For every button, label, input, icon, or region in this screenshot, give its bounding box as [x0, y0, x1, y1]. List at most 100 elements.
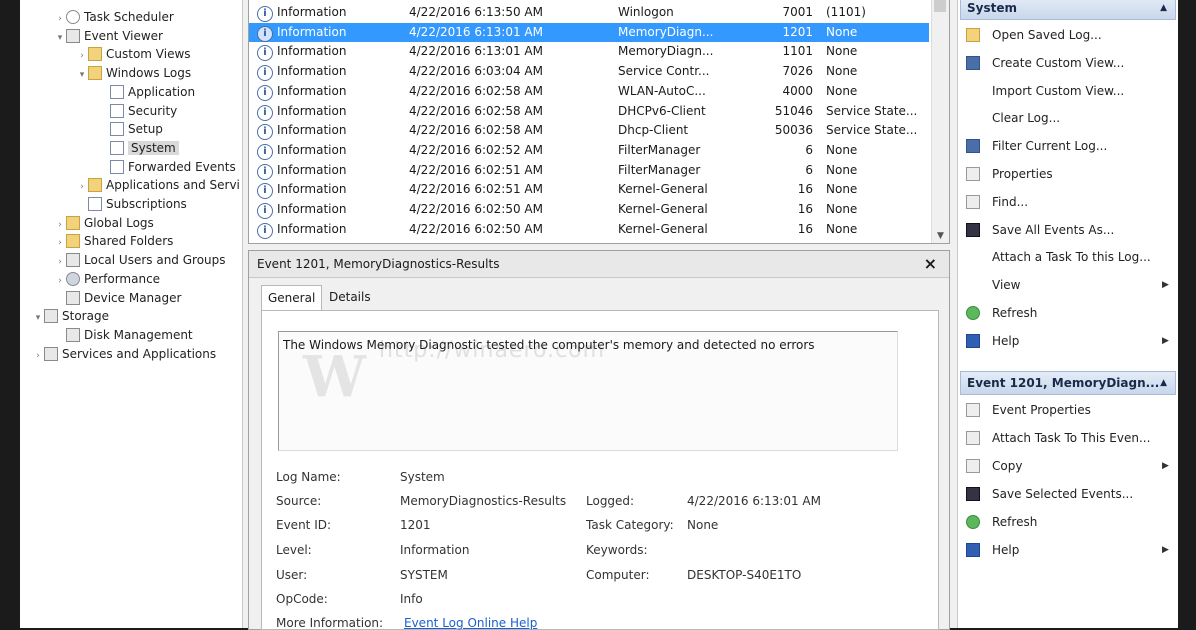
- table-row[interactable]: i Information 4/22/2016 6:02:51 AM Kernel-G…: [249, 180, 929, 200]
- collapsed-arrow-icon[interactable]: ›: [76, 47, 88, 65]
- collapsed-arrow-icon[interactable]: ›: [54, 216, 66, 234]
- tree-item[interactable]: › Services and Applications: [32, 345, 216, 363]
- action-item[interactable]: Clear Log...: [966, 107, 1060, 129]
- action-item[interactable]: Attach a Task To this Log...: [966, 246, 1151, 268]
- tree-item[interactable]: Subscriptions: [76, 195, 187, 213]
- collapsed-arrow-icon[interactable]: ›: [54, 253, 66, 271]
- action-item[interactable]: Save All Events As...: [966, 219, 1114, 241]
- collapsed-arrow-icon[interactable]: ›: [54, 234, 66, 252]
- log-icon: [110, 84, 124, 99]
- event-source-cell: Dhcp-Client: [618, 123, 689, 138]
- tree-item[interactable]: › Applications and Servi: [76, 176, 240, 194]
- table-row[interactable]: i Information 4/22/2016 6:02:50 AM Kernel-G…: [249, 200, 929, 220]
- tab-general[interactable]: General: [261, 285, 323, 310]
- actions-event-title: Event 1201, MemoryDiagn...: [967, 376, 1160, 390]
- action-item[interactable]: Help ▶: [966, 539, 1169, 561]
- table-row[interactable]: i Information 4/22/2016 6:02:50 AM Kernel-G…: [249, 220, 929, 240]
- tree-item[interactable]: › Performance: [54, 270, 160, 288]
- event-description-box[interactable]: W http://winaero.com The Windows Memory …: [278, 331, 898, 451]
- tree-item[interactable]: Forwarded Events: [98, 158, 236, 176]
- action-item-label: Save Selected Events...: [992, 487, 1134, 501]
- action-item[interactable]: Help ▶: [966, 330, 1169, 352]
- tree-item-label: Subscriptions: [106, 197, 187, 211]
- table-row[interactable]: i Information 4/22/2016 6:02:51 AM FilterMa…: [249, 161, 929, 181]
- table-row[interactable]: i Information 4/22/2016 6:02:58 AM Dhcp-Cli…: [249, 121, 929, 141]
- tree-item[interactable]: ▾ Windows Logs: [76, 64, 191, 82]
- properties-icon: [966, 167, 980, 181]
- actions-event-header[interactable]: Event 1201, MemoryDiagn... ▲: [960, 371, 1176, 395]
- tree-item-label: Local Users and Groups: [84, 253, 226, 268]
- collapsed-arrow-icon[interactable]: ›: [54, 10, 66, 28]
- tree-item[interactable]: › Custom Views: [76, 45, 191, 63]
- table-row[interactable]: i Information 4/22/2016 6:02:58 AM WLAN-Aut…: [249, 82, 929, 102]
- tree-item[interactable]: ▾ Event Viewer: [54, 27, 163, 45]
- action-item-label: Attach a Task To this Log...: [992, 250, 1151, 265]
- collapsed-arrow-icon[interactable]: ›: [76, 178, 88, 196]
- table-row[interactable]: i Information 4/22/2016 6:13:50 AM Winlogon…: [249, 3, 929, 23]
- expanded-arrow-icon[interactable]: ▾: [32, 309, 44, 327]
- action-item[interactable]: Refresh: [966, 302, 1037, 324]
- event-category-cell: None: [826, 83, 858, 98]
- action-item[interactable]: Copy ▶: [966, 455, 1169, 477]
- expanded-arrow-icon[interactable]: ▾: [54, 29, 66, 47]
- event-source-cell: DHCPv6-Client: [618, 103, 706, 118]
- tree-item[interactable]: › Local Users and Groups: [54, 251, 226, 269]
- collapsed-arrow-icon[interactable]: ›: [32, 347, 44, 365]
- action-item[interactable]: View ▶: [966, 274, 1169, 296]
- table-row[interactable]: i Information 4/22/2016 6:03:04 AM Service …: [249, 62, 929, 82]
- action-item[interactable]: Properties: [966, 163, 1053, 185]
- tree-item-label: Applications and Servi: [106, 178, 240, 193]
- tree-item[interactable]: System: [98, 139, 179, 157]
- expanded-arrow-icon[interactable]: ▾: [76, 66, 88, 84]
- tree-item-label: Device Manager: [84, 290, 182, 305]
- close-icon[interactable]: ×: [924, 251, 937, 277]
- tree-item-label: Application: [128, 84, 196, 99]
- tree-item[interactable]: ▾ Storage: [32, 307, 109, 325]
- tree-item[interactable]: Setup: [98, 120, 163, 138]
- refresh-icon: [966, 515, 980, 529]
- open-folder-icon: [966, 28, 980, 42]
- tree-item[interactable]: Disk Management: [54, 326, 193, 344]
- scroll-down-icon[interactable]: ▼: [932, 231, 949, 241]
- save-icon: [966, 222, 980, 237]
- tree-item[interactable]: Device Manager: [54, 289, 181, 307]
- table-row[interactable]: i Information 4/22/2016 6:13:01 AM MemoryDi…: [249, 42, 929, 62]
- folder-icon: [88, 66, 102, 81]
- scrollbar-thumb[interactable]: [934, 0, 946, 12]
- table-row[interactable]: i Information 4/22/2016 6:02:52 AM FilterMa…: [249, 141, 929, 161]
- action-item[interactable]: Import Custom View...: [966, 80, 1124, 102]
- navigation-tree[interactable]: › Task Scheduler ▾ Event Viewer › Custom View…: [20, 0, 243, 628]
- action-item[interactable]: Event Properties: [966, 399, 1091, 421]
- general-tab-content: W http://winaero.com The Windows Memory …: [261, 310, 939, 630]
- action-item[interactable]: Refresh: [966, 511, 1037, 533]
- tab-details[interactable]: Details: [323, 285, 377, 309]
- tree-item[interactable]: Application: [98, 83, 195, 101]
- action-item[interactable]: Attach Task To This Even...: [966, 427, 1150, 449]
- tree-item[interactable]: › Task Scheduler: [54, 8, 174, 26]
- information-icon: i: [257, 25, 273, 42]
- actions-system-header[interactable]: System ▲: [960, 0, 1176, 20]
- table-row[interactable]: i Information 4/22/2016 6:02:58 AM DHCPv6-C…: [249, 102, 929, 122]
- action-item[interactable]: Save Selected Events...: [966, 483, 1133, 505]
- event-date-cell: 4/22/2016 6:02:58 AM: [409, 83, 543, 98]
- event-id-cell: 1101: [782, 44, 813, 59]
- action-item-label: Refresh: [992, 306, 1038, 320]
- action-item[interactable]: Filter Current Log...: [966, 135, 1107, 157]
- information-icon: i: [257, 65, 273, 82]
- tree-item[interactable]: › Global Logs: [54, 214, 154, 232]
- collapse-icon[interactable]: ▲: [1160, 0, 1167, 19]
- no-icon: [966, 111, 980, 125]
- task-icon: [966, 431, 980, 445]
- action-item[interactable]: Find...: [966, 191, 1028, 213]
- action-item-label: Refresh: [992, 515, 1038, 529]
- collapsed-arrow-icon[interactable]: ›: [54, 272, 66, 290]
- collapse-icon[interactable]: ▲: [1160, 372, 1167, 394]
- tree-item[interactable]: › Shared Folders: [54, 232, 173, 250]
- events-scrollbar[interactable]: ▼: [931, 0, 949, 243]
- action-item[interactable]: Create Custom View...: [966, 52, 1124, 74]
- event-id-cell: 7026: [782, 64, 813, 79]
- table-row[interactable]: i Information 4/22/2016 6:13:01 AM MemoryDi…: [249, 22, 929, 43]
- tree-item[interactable]: Security: [98, 102, 177, 120]
- events-list[interactable]: i Information 4/22/2016 6:02:50 AM Kernel-G…: [248, 0, 950, 244]
- action-item[interactable]: Open Saved Log...: [966, 24, 1102, 46]
